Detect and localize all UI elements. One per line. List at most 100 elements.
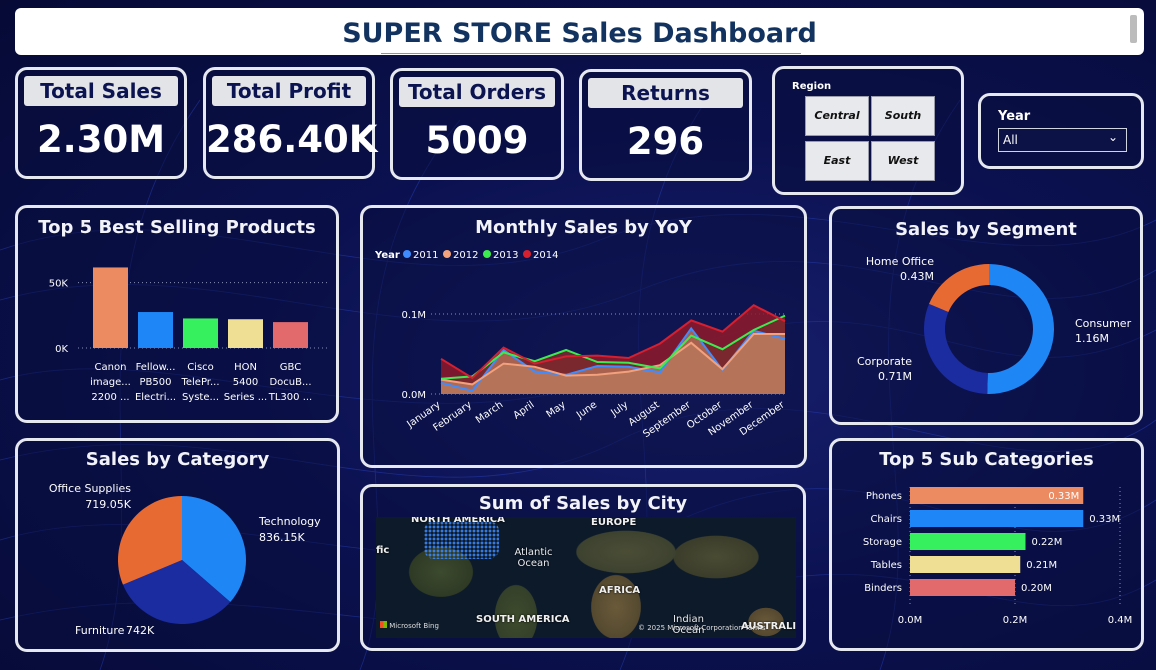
year-filter: Year All ⌄ — [978, 93, 1144, 169]
slice-label: Technology — [258, 515, 321, 528]
x-tick-label: image... — [90, 377, 131, 388]
bar-value-label: 0.21M — [1026, 560, 1057, 571]
bar-value-label: 0.20M — [1021, 583, 1052, 594]
slice-value: 742K — [126, 624, 155, 637]
kpi-value: 5009 — [425, 119, 529, 162]
slice-label: Corporate — [857, 355, 912, 368]
page-title: SUPER STORE Sales Dashboard — [342, 18, 817, 49]
x-tick-label: Series ... — [224, 392, 267, 403]
x-tick-label: 2200 ... — [91, 392, 129, 403]
bing-icon — [380, 621, 387, 628]
slice-value: 0.71M — [878, 370, 912, 383]
category-pie-chart: Technology 836.15K Furniture 742K Office Sup… — [49, 482, 321, 637]
x-tick-label: 5400 — [233, 377, 258, 388]
map-label-pacific: fic — [376, 545, 390, 556]
monthly-sales-chart: 0.0M0.1MYear 2011 2012 2013 2014JanuaryFebru… — [374, 250, 787, 440]
kpi-label: Total Profit — [212, 76, 366, 106]
chevron-down-icon: ⌄ — [1107, 130, 1118, 144]
donut-slice — [929, 264, 989, 313]
legend-title: Year — [374, 250, 400, 261]
bar — [138, 312, 173, 348]
region-label: Region — [792, 81, 832, 92]
x-tick-label: Canon — [95, 362, 127, 373]
y-tick-label: Binders — [864, 583, 902, 594]
kpi-value: 286.40K — [206, 118, 378, 161]
segment-donut-chart: Consumer 1.16M Corporate 0.71M Home Office 0.… — [857, 255, 1132, 394]
y-tick-label: Phones — [866, 491, 902, 502]
y-tick-label: Chairs — [870, 514, 902, 525]
x-tick-label: 0.0M — [898, 615, 923, 626]
x-tick-label: TelePr... — [180, 377, 219, 388]
kpi-total-sales: Total Sales 2.30M — [15, 67, 187, 179]
x-tick-label: Electri... — [135, 392, 176, 403]
bar — [183, 318, 218, 348]
region-south-button[interactable]: South — [871, 96, 935, 136]
x-tick-label: GBC — [280, 362, 301, 373]
bar — [910, 556, 1021, 573]
x-tick-label: April — [512, 399, 537, 421]
city-sales-dots — [424, 521, 499, 559]
dashboard-header: SUPER STORE Sales Dashboard — [15, 8, 1144, 55]
kpi-value: 296 — [626, 120, 705, 163]
x-tick-label: DocuB... — [269, 377, 311, 388]
bar — [228, 319, 263, 348]
bar-value-label: 0.22M — [1032, 537, 1063, 548]
kpi-label: Total Sales — [24, 76, 178, 106]
x-tick-label: 0.2M — [1003, 615, 1028, 626]
bar — [93, 267, 128, 348]
panel-title: Sum of Sales by City — [478, 493, 688, 514]
year-filter-label: Year — [998, 109, 1031, 124]
slice-label: Consumer — [1075, 317, 1132, 330]
bar — [910, 510, 1084, 527]
x-tick-label: PB500 — [140, 377, 172, 388]
legend-label: 2014 — [533, 250, 558, 261]
y-tick-label: 0.1M — [401, 310, 426, 321]
map-label-africa: AFRICA — [599, 585, 641, 596]
region-slicer: Region Central South East West — [772, 66, 964, 195]
bar — [273, 322, 308, 348]
segment-panel: Sales by Segment Consumer 1.16M Corporate 0… — [829, 206, 1143, 425]
header-scrollbar[interactable] — [1130, 15, 1137, 43]
slice-label: Office Supplies — [49, 482, 131, 495]
legend-label: 2011 — [413, 250, 438, 261]
bar-value-label: 0.33M — [1089, 514, 1120, 525]
kpi-label: Returns — [588, 78, 743, 108]
monthly-sales-panel: Monthly Sales by YoY 0.0M 0.1M Year 2011 201… — [360, 205, 807, 468]
x-tick-label: Syste... — [182, 392, 219, 403]
legend-label: 2012 — [453, 250, 478, 261]
legend-label: 2013 — [493, 250, 518, 261]
x-tick-label: Cisco — [187, 362, 214, 373]
year-dropdown[interactable]: All ⌄ — [998, 128, 1127, 152]
map-brand: Microsoft Bing — [389, 622, 439, 630]
kpi-total-profit: Total Profit 286.40K — [203, 67, 378, 179]
map-copyright: © 2025 Microsoft Corporation Terms — [638, 624, 766, 632]
region-east-button[interactable]: East — [805, 141, 869, 181]
title-underline — [381, 53, 801, 54]
x-tick-label: 0.4M — [1108, 615, 1133, 626]
legend-marker — [403, 250, 411, 258]
slice-label: Home Office — [866, 255, 934, 268]
subcat-panel: Top 5 Sub Categories 0.0M 0.2M 0.4M Phones 0… — [829, 438, 1144, 651]
kpi-label: Total Orders — [399, 77, 555, 107]
legend-marker — [523, 250, 531, 258]
x-tick-label: HON — [234, 362, 257, 373]
y-tick-label: 50K — [49, 279, 69, 290]
map-label-south-america: SOUTH AMERICA — [476, 614, 570, 625]
slice-label: Furniture — [75, 624, 125, 637]
top5-products-chart: 0K 50K Canon image... 2200 ... Fellow... PB500… — [49, 267, 328, 403]
x-tick-label: June — [574, 399, 599, 421]
region-west-button[interactable]: West — [871, 141, 935, 181]
kpi-total-orders: Total Orders 5009 — [390, 68, 564, 180]
x-tick-label: March — [474, 399, 505, 425]
slice-value: 836.15K — [259, 531, 305, 544]
map-label-atlantic: Atlantic Ocean — [514, 547, 553, 569]
year-dropdown-value: All — [1003, 133, 1018, 147]
sales-map[interactable]: NORTH AMERICA EUROPE Atlantic Ocean AFRI… — [376, 517, 796, 638]
top5-products-panel: Top 5 Best Selling Products 0K 50K Canon im… — [15, 205, 339, 423]
map-label-europe: EUROPE — [591, 517, 637, 528]
region-central-button[interactable]: Central — [805, 96, 869, 136]
bar — [910, 533, 1026, 550]
legend-marker — [483, 250, 491, 258]
map-label-north-america: NORTH AMERICA — [411, 517, 505, 525]
x-tick-label: May — [545, 399, 568, 420]
